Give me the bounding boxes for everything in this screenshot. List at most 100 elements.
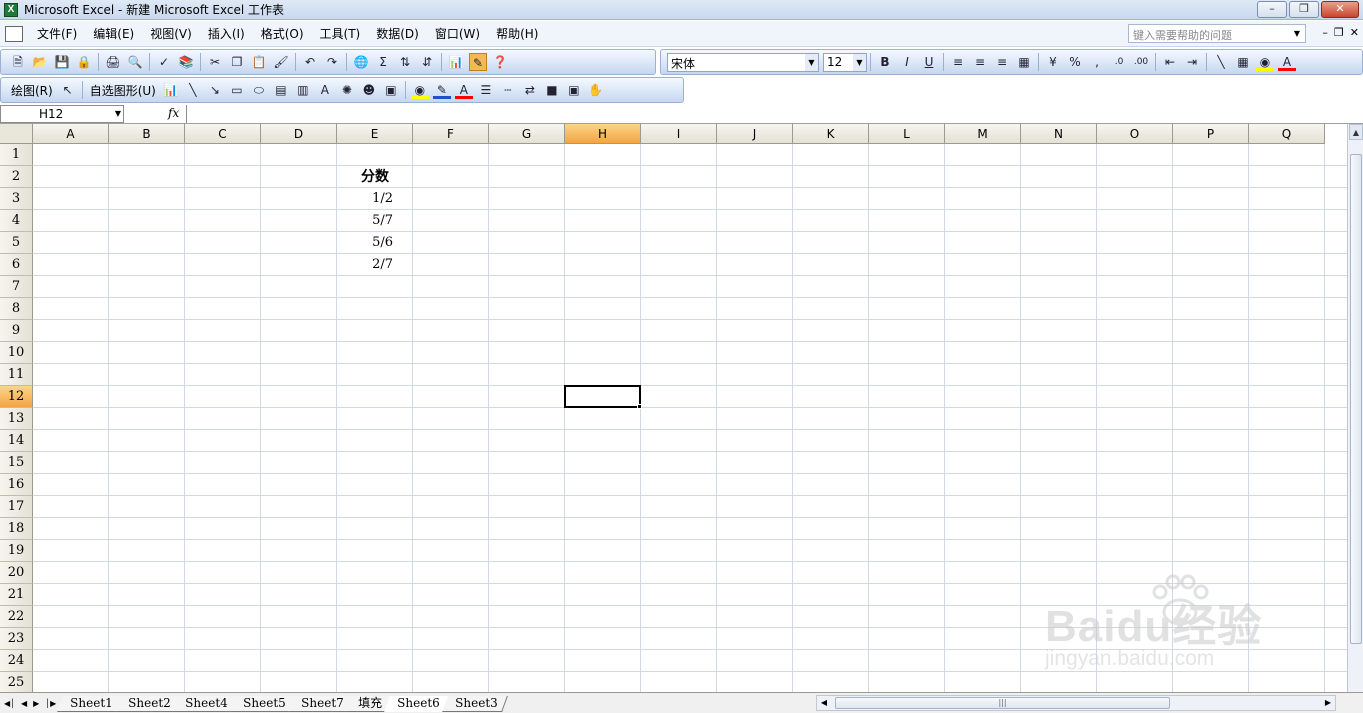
row-header-14[interactable]: 14 xyxy=(0,430,33,452)
cut-icon[interactable]: ✂ xyxy=(206,53,224,71)
row-header-24[interactable]: 24 xyxy=(0,650,33,672)
help-icon[interactable]: ❓ xyxy=(491,53,509,71)
line-icon[interactable]: ╲ xyxy=(1212,53,1230,71)
fill-color-icon[interactable]: ◉ xyxy=(1256,53,1274,71)
row-header-16[interactable]: 16 xyxy=(0,474,33,496)
italic-icon[interactable]: I xyxy=(898,53,916,71)
sheet-tab-2[interactable]: Sheet2 xyxy=(114,696,181,712)
column-header-f[interactable]: F xyxy=(413,124,489,144)
menu-edit[interactable]: 编辑(E) xyxy=(85,22,142,46)
dash-style-icon[interactable]: ┄ xyxy=(499,81,517,99)
menu-insert[interactable]: 插入(I) xyxy=(200,22,253,46)
increase-decimal-icon[interactable]: .0 xyxy=(1110,53,1128,71)
draw-font-color-icon[interactable]: A xyxy=(454,81,473,99)
scroll-left-icon[interactable]: ◀ xyxy=(817,696,831,710)
column-header-h[interactable]: H xyxy=(565,124,641,144)
print-preview-icon[interactable]: 🔍 xyxy=(126,53,144,71)
sheet-tab-5[interactable]: Sheet7 xyxy=(287,696,354,712)
column-header-a[interactable]: A xyxy=(33,124,109,144)
research-icon[interactable]: 📚 xyxy=(177,53,195,71)
row-header-2[interactable]: 2 xyxy=(0,166,33,188)
rectangle-tool-icon[interactable]: ▭ xyxy=(228,81,246,99)
bold-icon[interactable]: B xyxy=(876,53,894,71)
column-header-b[interactable]: B xyxy=(109,124,185,144)
chevron-down-icon[interactable]: ▼ xyxy=(115,107,121,121)
column-header-e[interactable]: E xyxy=(337,124,413,144)
name-box[interactable]: H12 ▼ xyxy=(0,105,124,123)
row-header-19[interactable]: 19 xyxy=(0,540,33,562)
paste-icon[interactable]: 📋 xyxy=(250,53,268,71)
chevron-down-icon[interactable]: ▼ xyxy=(853,53,866,71)
sheet-tab-3[interactable]: Sheet4 xyxy=(172,696,238,712)
row-header-9[interactable]: 9 xyxy=(0,320,33,342)
row-header-7[interactable]: 7 xyxy=(0,276,33,298)
row-header-15[interactable]: 15 xyxy=(0,452,33,474)
oval-tool-icon[interactable]: ⬭ xyxy=(250,81,268,99)
doc-restore-icon[interactable]: ❐ xyxy=(1334,26,1344,39)
autosum-icon[interactable]: Σ xyxy=(374,53,392,71)
percent-icon[interactable]: % xyxy=(1066,53,1084,71)
draw-menu-button[interactable]: 绘图(R) xyxy=(11,82,53,99)
menu-window[interactable]: 窗口(W) xyxy=(427,22,488,46)
cell-e2[interactable]: 分数 xyxy=(337,166,413,188)
column-header-c[interactable]: C xyxy=(185,124,261,144)
first-sheet-icon[interactable]: ◀│ xyxy=(4,699,15,708)
row-header-1[interactable]: 1 xyxy=(0,144,33,166)
cell-e4[interactable]: 5/7 xyxy=(337,210,413,232)
row-header-17[interactable]: 17 xyxy=(0,496,33,518)
column-header-i[interactable]: I xyxy=(641,124,717,144)
doc-close-icon[interactable]: ✕ xyxy=(1350,26,1359,39)
draw-fill-color-icon[interactable]: ◉ xyxy=(410,81,429,99)
align-left-icon[interactable]: ≡ xyxy=(949,53,967,71)
help-search-input[interactable]: 键入需要帮助的问题 ▼ xyxy=(1128,24,1306,43)
chevron-down-icon[interactable]: ▼ xyxy=(1290,26,1304,41)
align-right-icon[interactable]: ≡ xyxy=(993,53,1011,71)
diagram-icon[interactable]: ✺ xyxy=(338,81,356,99)
sheet-tab-1[interactable]: Sheet1 xyxy=(57,696,123,712)
row-header-25[interactable]: 25 xyxy=(0,672,33,692)
active-cell-selection[interactable] xyxy=(564,385,642,409)
clipart-icon[interactable]: ☻ xyxy=(360,81,378,99)
font-size-select[interactable]: 12 ▼ xyxy=(823,52,867,72)
chart-wizard-icon[interactable]: 📊 xyxy=(447,53,465,71)
sheet-tab-4[interactable]: Sheet5 xyxy=(230,696,296,712)
textbox-tool-icon[interactable]: ▤ xyxy=(272,81,290,99)
cell-e5[interactable]: 5/6 xyxy=(337,232,413,254)
sheet-tab-7[interactable]: Sheet6 xyxy=(384,696,450,712)
minimize-icon[interactable]: – xyxy=(1257,1,1287,18)
insert-picture-icon[interactable]: ▣ xyxy=(382,81,400,99)
row-header-3[interactable]: 3 xyxy=(0,188,33,210)
menu-view[interactable]: 视图(V) xyxy=(142,22,200,46)
line-style-icon[interactable]: ☰ xyxy=(477,81,495,99)
arrow-tool-icon[interactable]: ↘ xyxy=(206,81,224,99)
sort-descending-icon[interactable]: ⇵ xyxy=(418,53,436,71)
insert-function-icon[interactable]: fx xyxy=(168,106,179,120)
close-icon[interactable]: ✕ xyxy=(1321,1,1359,18)
column-header-k[interactable]: K xyxy=(793,124,869,144)
decrease-indent-icon[interactable]: ⇤ xyxy=(1161,53,1179,71)
select-all-button[interactable] xyxy=(0,124,33,144)
column-header-n[interactable]: N xyxy=(1021,124,1097,144)
vertical-scroll-thumb[interactable] xyxy=(1350,154,1362,644)
save-icon[interactable]: 💾 xyxy=(53,53,71,71)
column-header-q[interactable]: Q xyxy=(1249,124,1325,144)
column-header-d[interactable]: D xyxy=(261,124,337,144)
shadow-style-icon[interactable]: ■ xyxy=(543,81,561,99)
sort-ascending-icon[interactable]: ⇅ xyxy=(396,53,414,71)
print-icon[interactable]: 🖨 xyxy=(104,53,122,71)
new-icon[interactable]: 🗎 xyxy=(9,53,27,71)
select-objects-icon[interactable]: ↖ xyxy=(59,81,77,99)
column-header-l[interactable]: L xyxy=(869,124,945,144)
increase-indent-icon[interactable]: ⇥ xyxy=(1183,53,1201,71)
doc-minimize-icon[interactable]: – xyxy=(1322,26,1328,39)
restore-icon[interactable]: ❐ xyxy=(1289,1,1319,18)
column-header-o[interactable]: O xyxy=(1097,124,1173,144)
decrease-decimal-icon[interactable]: .00 xyxy=(1132,53,1150,71)
vertical-scrollbar[interactable]: ▲ xyxy=(1347,124,1363,692)
menu-help[interactable]: 帮助(H) xyxy=(488,22,546,46)
row-header-8[interactable]: 8 xyxy=(0,298,33,320)
next-sheet-icon[interactable]: ▶ xyxy=(33,699,39,708)
formula-input[interactable] xyxy=(186,105,1363,123)
scroll-right-icon[interactable]: ▶ xyxy=(1321,696,1335,710)
prev-sheet-icon[interactable]: ◀ xyxy=(21,699,27,708)
